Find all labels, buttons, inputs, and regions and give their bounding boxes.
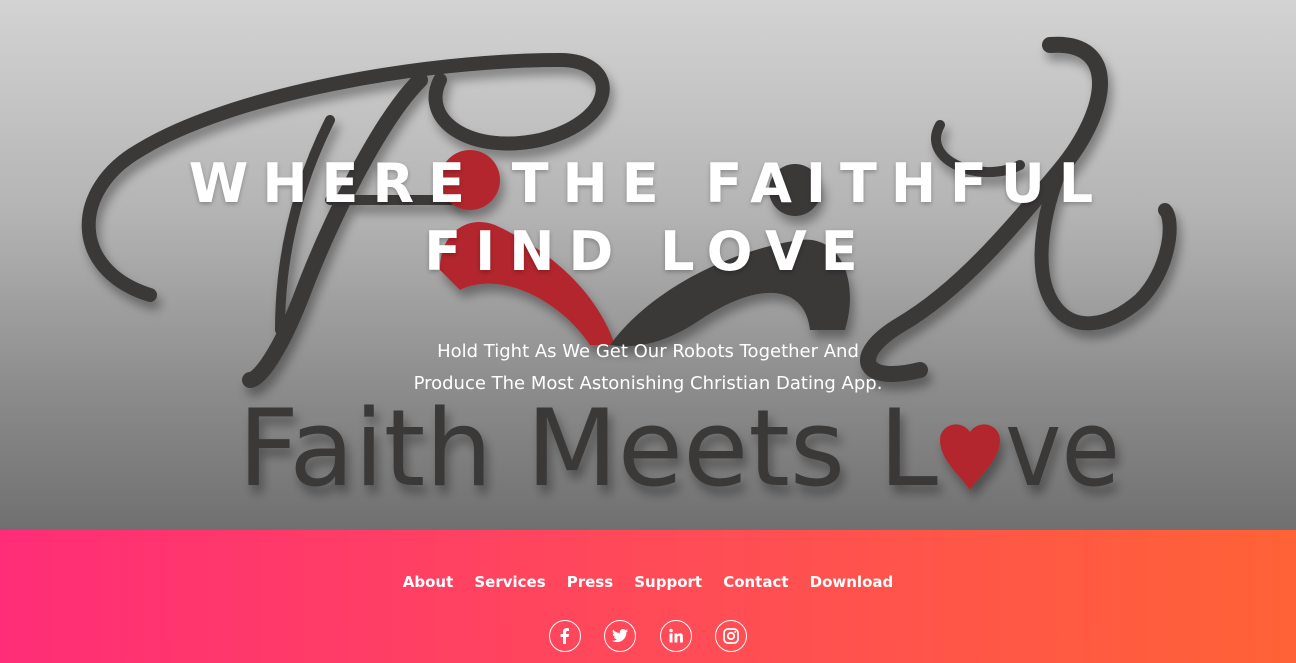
hero-subtitle-line-1: Hold Tight As We Get Our Robots Together… <box>437 341 859 362</box>
nav-link-press[interactable]: Press <box>567 573 613 591</box>
logo-heart-o <box>940 424 1000 490</box>
hero-headline-line-1: WHERE THE FAITHFUL <box>188 152 1108 215</box>
hero-subtitle-line-2: Produce The Most Astonishing Christian D… <box>413 373 883 394</box>
logo-wordmark-before: Faith Meets L <box>238 387 938 510</box>
instagram-link[interactable] <box>714 620 747 652</box>
nav-link-download[interactable]: Download <box>810 573 894 591</box>
hero-headline-line-2: FIND LOVE <box>424 220 872 283</box>
linkedin-link[interactable] <box>659 620 692 652</box>
instagram-icon <box>722 628 739 644</box>
twitter-icon <box>612 629 629 643</box>
nav-link-support[interactable]: Support <box>634 573 702 591</box>
nav-link-services[interactable]: Services <box>474 573 545 591</box>
linkedin-icon <box>668 628 683 643</box>
facebook-link[interactable] <box>549 620 582 652</box>
facebook-icon <box>560 628 570 644</box>
logo-wordmark-after: ve <box>1005 387 1120 510</box>
footer-nav: About Services Press Support Contact Dow… <box>0 572 1296 591</box>
nav-link-contact[interactable]: Contact <box>723 573 788 591</box>
social-links <box>0 620 1296 652</box>
hero-subtitle: Hold Tight As We Get Our Robots Together… <box>0 336 1296 400</box>
hero-section: Faith Meets L ve WHERE THE FAITHFUL FIND… <box>0 0 1296 530</box>
logo-wordmark: Faith Meets L ve <box>238 387 1120 510</box>
hero-headline: WHERE THE FAITHFUL FIND LOVE <box>0 150 1296 286</box>
nav-link-about[interactable]: About <box>403 573 454 591</box>
twitter-link[interactable] <box>604 620 637 652</box>
